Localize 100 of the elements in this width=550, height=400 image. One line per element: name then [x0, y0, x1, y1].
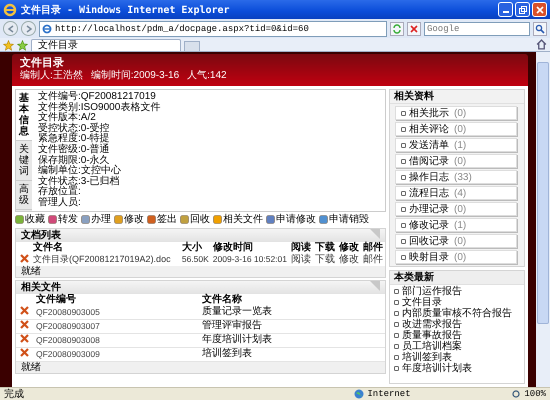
scrollbar[interactable] — [536, 52, 550, 387]
zoom-level[interactable]: 100% — [524, 389, 546, 399]
stop-icon — [409, 24, 419, 34]
bullet-icon — [401, 190, 406, 196]
sidebar-item[interactable]: 借阅记录 (0) — [395, 154, 517, 168]
latest-link[interactable]: 员工培训档案 — [402, 341, 462, 352]
action-link[interactable]: 修改 — [337, 254, 361, 266]
search-field[interactable]: Google — [424, 22, 530, 36]
bullet-icon — [394, 344, 399, 349]
sidebar-item[interactable]: 相关评论 (0) — [395, 122, 517, 136]
toolbar-button[interactable]: 转发 — [48, 214, 78, 226]
favorites-star-icon[interactable] — [3, 40, 14, 51]
maximize-button[interactable] — [515, 2, 530, 17]
close-button[interactable] — [532, 2, 547, 17]
info-field: 管理人员: — [38, 198, 160, 209]
toolbar-button[interactable]: 签出 — [147, 214, 177, 226]
sidebar-item[interactable]: 操作日志 (33) — [395, 170, 517, 184]
toolbar-button[interactable]: 修改 — [114, 214, 144, 226]
bullet-icon — [401, 254, 406, 260]
forward-button[interactable] — [21, 21, 36, 36]
latest-link[interactable]: 部门运作报告 — [402, 286, 462, 297]
delete-x-icon[interactable] — [20, 320, 29, 329]
toolbar-button[interactable]: 申请销毁 — [319, 214, 369, 226]
sidebar-item[interactable]: 发送清单 (1) — [395, 138, 517, 152]
section-footer: 就绪 — [16, 266, 385, 277]
delete-x-icon[interactable] — [20, 348, 29, 357]
column-header: 文件名称 — [200, 294, 385, 306]
vertical-tab[interactable]: 基本信息 — [16, 90, 32, 141]
table-cell: 管理评审报告 — [200, 319, 385, 334]
toolbar-button[interactable]: 收藏 — [15, 214, 45, 226]
column-header: 邮件 — [362, 242, 384, 254]
toolbar-button[interactable]: 回收 — [180, 214, 210, 226]
sidebar-item[interactable]: 映射目录 (0) — [395, 250, 517, 264]
section-footer: 就绪 — [16, 362, 385, 373]
info-field: 紧急程度:0-特提 — [38, 134, 160, 145]
latest-title: 本类最新 — [390, 271, 524, 285]
bullet-icon — [394, 322, 399, 327]
latest-link[interactable]: 文件目录 — [402, 297, 442, 308]
info-field: 文件密级:0-普通 — [38, 144, 160, 156]
ie-logo-icon — [3, 2, 17, 16]
latest-link[interactable]: 内部质量审核不符合报告 — [402, 308, 512, 319]
toolbar-icon — [114, 215, 123, 224]
bullet-icon — [394, 366, 399, 371]
delete-x-icon[interactable] — [20, 306, 29, 315]
column-header: 修改 — [338, 242, 360, 254]
vertical-tab[interactable]: 高级 — [16, 181, 32, 210]
restore-icon — [518, 6, 526, 14]
close-icon — [536, 6, 544, 14]
table-cell: QF20080903005 — [34, 306, 200, 320]
latest-link[interactable]: 质量事故报告 — [402, 330, 462, 341]
toolbar-button[interactable]: 办理 — [81, 214, 111, 226]
table-cell: QF20080903009 — [34, 347, 200, 362]
refresh-button[interactable] — [390, 22, 404, 36]
sidebar-item[interactable]: 修改记录 (1) — [395, 218, 517, 232]
browser-tab[interactable]: 文件目录 — [31, 39, 181, 51]
toolbar-icon — [81, 215, 90, 224]
column-header: 修改时间 — [212, 242, 254, 254]
action-link[interactable]: 阅读 — [289, 254, 313, 266]
info-field: 文件编号:QF20081217019 — [38, 92, 160, 103]
bullet-icon — [401, 238, 406, 244]
minimize-button[interactable] — [498, 2, 513, 17]
table-cell-text: 2009-3-16 10:52:01 — [212, 254, 288, 266]
sidebar-item[interactable]: 流程日志 (4) — [395, 186, 517, 200]
bullet-icon — [394, 311, 399, 316]
table-cell-text: 56.50K — [180, 254, 210, 266]
latest-link[interactable]: 改进需求报告 — [402, 319, 462, 330]
search-icon — [535, 24, 545, 34]
search-button[interactable] — [533, 22, 547, 36]
column-header: 文件名 — [32, 242, 64, 254]
stop-button[interactable] — [407, 22, 421, 36]
add-favorite-icon[interactable] — [17, 40, 28, 51]
zoom-icon — [512, 390, 522, 398]
bullet-icon — [394, 333, 399, 338]
delete-x-icon[interactable] — [20, 334, 29, 343]
back-button[interactable] — [3, 21, 18, 36]
page-title: 文件目录 — [20, 57, 65, 70]
status-text: 完成 — [4, 388, 25, 400]
sidebar-item[interactable]: 相关批示 (0) — [395, 106, 517, 120]
sidebar-item[interactable]: 回收记录 (0) — [395, 234, 517, 248]
toolbar-button[interactable]: 申请修改 — [266, 214, 316, 226]
header-meta: 编制人:王浩然 — [20, 70, 83, 82]
minimize-icon — [502, 11, 508, 13]
home-icon[interactable] — [536, 39, 547, 50]
latest-link[interactable]: 年度培训计划表 — [402, 363, 472, 374]
toolbar-icon — [15, 215, 24, 224]
action-link[interactable]: 下载 — [313, 254, 337, 266]
delete-x-icon[interactable] — [20, 254, 29, 263]
address-field[interactable]: http://localhost/pdm_a/docpage.aspx?tid=0&id=60 — [39, 20, 387, 36]
action-link[interactable]: 邮件 — [361, 254, 385, 266]
table-cell: QF20080903007 — [34, 319, 200, 334]
scroll-thumb[interactable] — [537, 62, 549, 324]
toolbar-icon — [213, 215, 222, 224]
sidebar-item[interactable]: 办理记录 (0) — [395, 202, 517, 216]
bullet-icon — [401, 206, 406, 212]
vertical-tab[interactable]: 关键词 — [16, 141, 32, 181]
toolbar-icon — [319, 215, 328, 224]
table-cell: 质量记录一览表 — [200, 306, 385, 320]
toolbar-button[interactable]: 相关文件 — [213, 214, 263, 226]
latest-link[interactable]: 培训签到表 — [402, 352, 452, 363]
table-cell-text: 文件目录(QF20081217019A2).doc — [32, 254, 172, 266]
